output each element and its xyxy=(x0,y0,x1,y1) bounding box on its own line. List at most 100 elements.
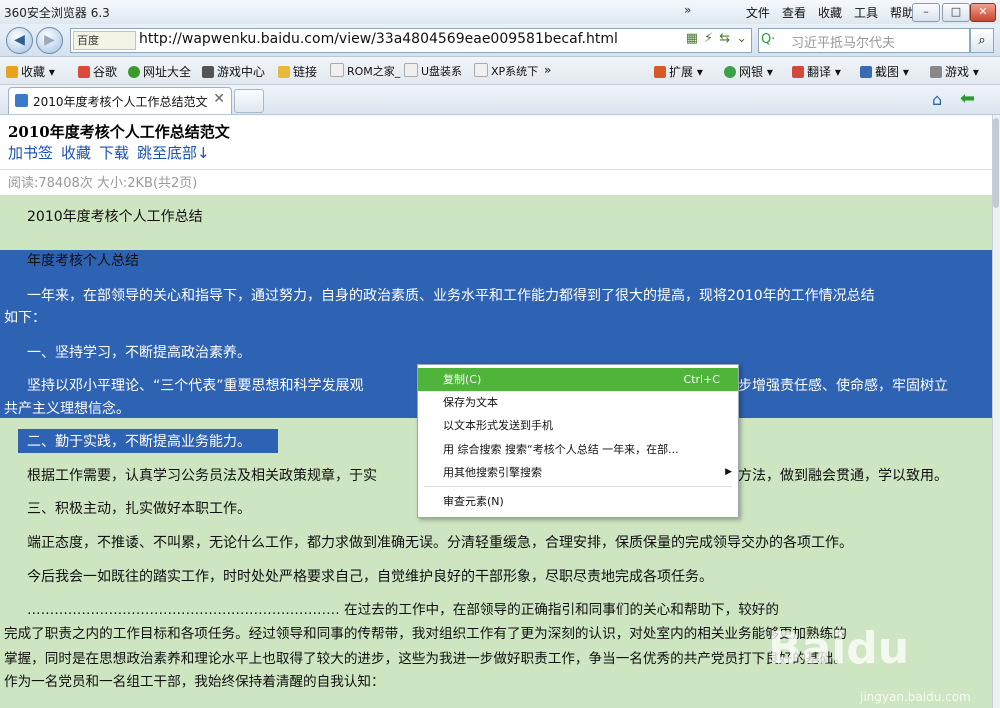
tab-bar: 2010年度考核个人工作总结范文 ✕ xyxy=(0,85,1000,115)
bookmark-link[interactable]: 加书签 xyxy=(8,142,53,163)
maximize-button[interactable]: □ xyxy=(942,3,970,22)
search-button[interactable]: ⌕ xyxy=(970,28,994,53)
bookmark-xp[interactable]: XP系统下 xyxy=(474,63,538,79)
bookmark-label: XP系统下 xyxy=(491,65,539,78)
bookmark-label: 网银 xyxy=(739,65,764,79)
qr-code-icon[interactable]: ▦ xyxy=(686,31,698,46)
search-engine-icon[interactable]: Q· xyxy=(761,31,787,48)
menu-item-search[interactable]: 用 综合搜索 搜索“考核个人总结 一年来，在部... xyxy=(418,438,738,461)
search-box[interactable]: Q· 习近平抵马尔代夫 xyxy=(758,28,970,53)
bookmark-links[interactable]: 链接 xyxy=(278,63,317,80)
submenu-arrow-icon: ▶ xyxy=(725,467,732,477)
bookmark-usb[interactable]: U盘装系 xyxy=(404,63,462,79)
extensions-icon xyxy=(654,66,666,78)
menu-tools[interactable]: 工具 xyxy=(854,4,878,21)
menu-bar: 文件 查看 收藏 工具 帮助 xyxy=(746,4,914,21)
page-icon xyxy=(330,63,344,77)
download-link[interactable]: 下载 xyxy=(99,142,129,163)
paragraph: 端正态度，不推诿、不叫累，无论什么工作，都力求做到准确无误。分清轻重缓急，合理安… xyxy=(27,535,853,551)
toolbar-bank[interactable]: 网银 ▾ xyxy=(724,63,773,80)
page-icon xyxy=(474,63,488,77)
close-window-button[interactable]: ✕ xyxy=(970,3,996,22)
bookmark-label: 扩展 xyxy=(669,65,694,79)
menu-item-label: 复制(C) xyxy=(443,373,482,386)
address-bar[interactable]: 百度 http://wapwenku.baidu.com/view/33a480… xyxy=(70,28,752,53)
google-icon xyxy=(78,66,90,78)
hao-icon xyxy=(128,66,140,78)
toolbar-games[interactable]: 游戏 ▾ xyxy=(930,63,979,80)
bookmark-hao[interactable]: 网址大全 xyxy=(128,63,191,80)
scrollbar-thumb[interactable] xyxy=(993,118,999,208)
paragraph-text: 方法，做到融会贯通，学以致用。 xyxy=(738,468,948,484)
toolbar-extensions[interactable]: 扩展 ▾ xyxy=(654,63,703,80)
folder-icon xyxy=(278,66,290,78)
paragraph-text: 坚持以邓小平理论、“三个代表”重要思想和科学发展观 xyxy=(27,378,364,394)
bookmark-favorites[interactable]: 收藏 ▾ xyxy=(6,63,55,80)
back-arrow-icon[interactable]: ⬅ xyxy=(960,88,975,109)
menu-item-label: 保存为文本 xyxy=(443,396,498,409)
bookmark-label: 截图 xyxy=(875,65,900,79)
paragraph: 今后我会一如既往的踏实工作，时时处处严格要求自己，自觉维护良好的干部形象，尽职尽… xyxy=(27,569,713,585)
bookmark-google[interactable]: 谷歌 xyxy=(78,63,117,80)
compat-mode-icon[interactable]: ⇆ xyxy=(719,31,730,46)
paragraph: 一年来，在部领导的关心和指导下，通过努力，自身的政治素质、业务水平和工作能力都得… xyxy=(27,288,875,304)
bookmark-rom[interactable]: ROM之家_ xyxy=(330,63,400,79)
menu-item-copy[interactable]: 复制(C) Ctrl+C xyxy=(418,368,738,391)
watermark-url: jingyan.baidu.com xyxy=(860,690,971,704)
page-favicon-icon xyxy=(15,94,28,107)
url-text[interactable]: http://wapwenku.baidu.com/view/33a480456… xyxy=(139,31,618,47)
paragraph: 如下： xyxy=(4,310,46,326)
menu-item-send-phone[interactable]: 以文本形式发送到手机 xyxy=(418,414,738,437)
menu-item-label: 用 综合搜索 搜索“考核个人总结 一年来，在部... xyxy=(443,443,679,456)
star-icon xyxy=(6,66,18,78)
menu-item-label: 审查元素(N) xyxy=(443,495,504,508)
paragraph-text: 根据工作需要，认真学习公务员法及相关政策规章，于实 xyxy=(27,468,377,484)
paragraph: 一、坚持学习，不断提高政治素养。 xyxy=(27,345,251,361)
tab-label: 2010年度考核个人工作总结范文 xyxy=(33,95,208,109)
minimize-button[interactable]: – xyxy=(912,3,940,22)
tab-active[interactable]: 2010年度考核个人工作总结范文 ✕ xyxy=(8,87,232,114)
speed-mode-icon[interactable]: ⚡ xyxy=(704,31,713,46)
title-bar: 360安全浏览器 6.3 » 文件 查看 收藏 工具 帮助 – □ ✕ xyxy=(0,0,1000,24)
back-button[interactable]: ◀ xyxy=(6,27,33,54)
menu-item-inspect[interactable]: 审查元素(N) xyxy=(418,490,738,513)
toolbar-screenshot[interactable]: 截图 ▾ xyxy=(860,63,909,80)
translate-icon xyxy=(792,66,804,78)
close-tab-icon[interactable]: ✕ xyxy=(213,91,225,107)
document-meta: 阅读:78408次 大小:2KB(共2页) xyxy=(8,176,198,191)
menu-view[interactable]: 查看 xyxy=(782,4,806,21)
menu-divider xyxy=(424,486,732,487)
jump-bottom-link[interactable]: 跳至底部↓ xyxy=(137,142,210,163)
menu-overflow-icon[interactable]: » xyxy=(684,3,691,17)
paragraph: 年度考核个人总结 xyxy=(0,249,1000,273)
dropdown-icon[interactable]: ⌄ xyxy=(736,31,747,46)
navigation-bar: ◀ ▶ 百度 http://wapwenku.baidu.com/view/33… xyxy=(0,24,1000,57)
new-tab-button[interactable] xyxy=(234,89,264,113)
address-icons: ▦ ⚡ ⇆ ⌄ xyxy=(686,31,747,46)
scissors-icon xyxy=(860,66,872,78)
document-header: 2010年度考核个人工作总结范文 加书签 收藏 下载 跳至底部↓ 阅读:7840… xyxy=(0,115,992,195)
favorite-link[interactable]: 收藏 xyxy=(61,142,91,163)
gamepad-icon xyxy=(202,66,214,78)
bookmark-label: 谷歌 xyxy=(93,65,118,79)
bookmark-label: 网址大全 xyxy=(143,65,192,79)
watermark-logo: Baidu xyxy=(768,623,910,674)
menu-help[interactable]: 帮助 xyxy=(890,4,914,21)
toolbar-translate[interactable]: 翻译 ▾ xyxy=(792,63,841,80)
bookmarks-overflow-icon[interactable]: » xyxy=(544,63,551,77)
bookmark-label: U盘装系 xyxy=(421,65,463,78)
menu-item-other-search[interactable]: 用其他搜索引擎搜索 ▶ xyxy=(418,461,738,484)
home-icon[interactable]: ⌂ xyxy=(932,90,942,109)
forward-button[interactable]: ▶ xyxy=(36,27,63,54)
bookmark-label: 收藏 xyxy=(21,65,46,79)
menu-item-save-text[interactable]: 保存为文本 xyxy=(418,391,738,414)
engine-badge[interactable]: 百度 xyxy=(73,31,136,50)
search-input[interactable]: 习近平抵马尔代夫 xyxy=(791,32,895,51)
menu-item-label: 用其他搜索引擎搜索 xyxy=(443,466,542,479)
divider xyxy=(0,169,992,170)
game-icon xyxy=(930,66,942,78)
bookmark-games[interactable]: 游戏中心 xyxy=(202,63,265,80)
menu-favorites[interactable]: 收藏 xyxy=(818,4,842,21)
menu-file[interactable]: 文件 xyxy=(746,4,770,21)
bookmark-label: 链接 xyxy=(293,65,318,79)
